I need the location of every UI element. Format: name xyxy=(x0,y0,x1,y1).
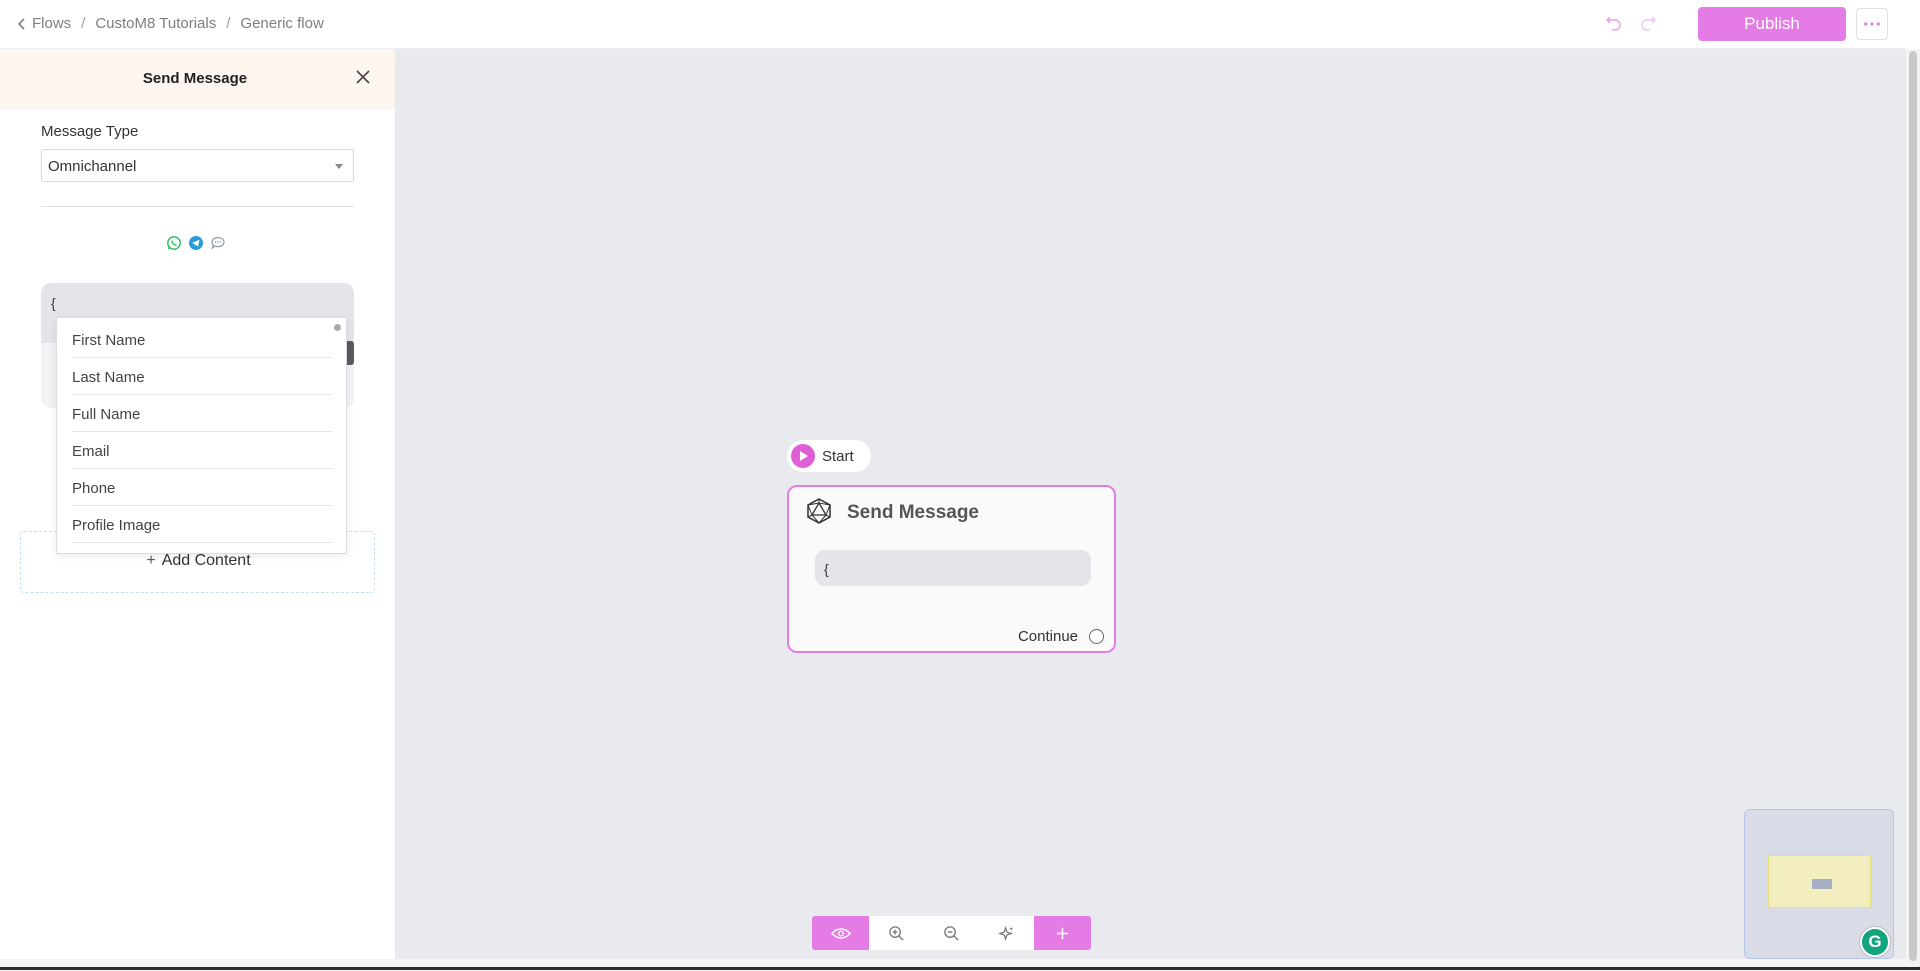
node-title: Send Message xyxy=(847,502,979,523)
telegram-icon xyxy=(188,235,204,251)
preview-button[interactable] xyxy=(812,916,869,950)
send-message-node[interactable]: Send Message { Continue xyxy=(787,485,1116,653)
zoom-out-button[interactable] xyxy=(924,916,979,950)
node-preview-text: { xyxy=(824,561,829,577)
add-content-label: + Add Content xyxy=(21,552,376,570)
vertical-scrollbar[interactable] xyxy=(1906,49,1920,971)
breadcrumb-separator: / xyxy=(226,15,231,32)
undo-icon[interactable] xyxy=(1604,12,1624,32)
variable-dropdown: First Name Last Name Full Name Email Pho… xyxy=(56,317,347,554)
canvas-toolbar xyxy=(812,916,1091,950)
breadcrumb: Flows / CustoM8 Tutorials / Generic flow xyxy=(14,15,324,32)
breadcrumb-flows[interactable]: Flows xyxy=(32,15,71,32)
message-type-select[interactable]: Omnichannel xyxy=(41,149,354,182)
plus-icon: + xyxy=(146,552,156,569)
play-icon xyxy=(791,444,815,468)
divider xyxy=(41,206,354,207)
eye-icon xyxy=(830,927,851,939)
variable-option[interactable]: Email xyxy=(72,432,332,469)
node-message-preview: { xyxy=(815,550,1091,586)
dropdown-scrollbar[interactable] xyxy=(334,324,341,331)
auto-arrange-button[interactable] xyxy=(979,916,1034,950)
chevron-left-icon[interactable] xyxy=(14,16,30,32)
channel-icons xyxy=(166,235,226,251)
continue-port[interactable] xyxy=(1089,629,1104,644)
grammarly-icon[interactable]: G xyxy=(1860,927,1890,957)
close-icon[interactable] xyxy=(352,66,374,88)
node-settings-panel: Send Message Message Type Omnichannel { … xyxy=(0,49,395,959)
chevron-down-icon xyxy=(335,164,343,169)
scrollbar-thumb[interactable] xyxy=(1909,51,1917,961)
polyhedron-icon xyxy=(807,498,831,524)
breadcrumb-folder[interactable]: CustoM8 Tutorials xyxy=(95,15,216,32)
message-text-value: { xyxy=(51,295,56,311)
variable-option[interactable]: Profile Image xyxy=(72,506,332,543)
panel-header: Send Message xyxy=(0,49,395,110)
zoom-in-button[interactable] xyxy=(869,916,924,950)
minimap-viewport[interactable] xyxy=(1768,855,1871,908)
breadcrumb-separator: / xyxy=(81,15,86,32)
ellipsis-icon xyxy=(1864,22,1880,26)
publish-button[interactable]: Publish xyxy=(1698,7,1846,41)
add-node-button[interactable] xyxy=(1034,916,1091,950)
bottom-edge xyxy=(0,967,1920,970)
chat-icon xyxy=(210,235,226,251)
minimap-node xyxy=(1812,879,1832,889)
start-node[interactable]: Start xyxy=(787,440,871,472)
history-controls xyxy=(1604,12,1658,32)
panel-title: Send Message xyxy=(142,70,248,87)
start-label: Start xyxy=(822,448,854,465)
variable-option[interactable]: Full Name xyxy=(72,395,332,432)
whatsapp-icon xyxy=(166,235,182,251)
redo-icon[interactable] xyxy=(1638,12,1658,32)
top-bar: Flows / CustoM8 Tutorials / Generic flow… xyxy=(0,0,1906,49)
horizontal-scrollbar xyxy=(0,959,1920,971)
breadcrumb-current: Generic flow xyxy=(240,15,324,32)
plus-icon xyxy=(1056,927,1069,939)
add-content-text: Add Content xyxy=(161,552,251,569)
sparkle-icon xyxy=(998,925,1014,941)
zoom-out-icon xyxy=(944,925,959,941)
variable-option[interactable]: Last Name xyxy=(72,358,332,395)
variable-option[interactable]: First Name xyxy=(72,321,332,358)
more-options-button[interactable] xyxy=(1856,8,1888,40)
message-type-label: Message Type xyxy=(41,123,139,140)
flow-canvas[interactable] xyxy=(395,49,1906,959)
zoom-in-icon xyxy=(889,925,904,941)
message-type-value: Omnichannel xyxy=(48,158,137,175)
continue-label: Continue xyxy=(1017,628,1078,645)
variable-option[interactable]: Phone xyxy=(72,469,332,506)
